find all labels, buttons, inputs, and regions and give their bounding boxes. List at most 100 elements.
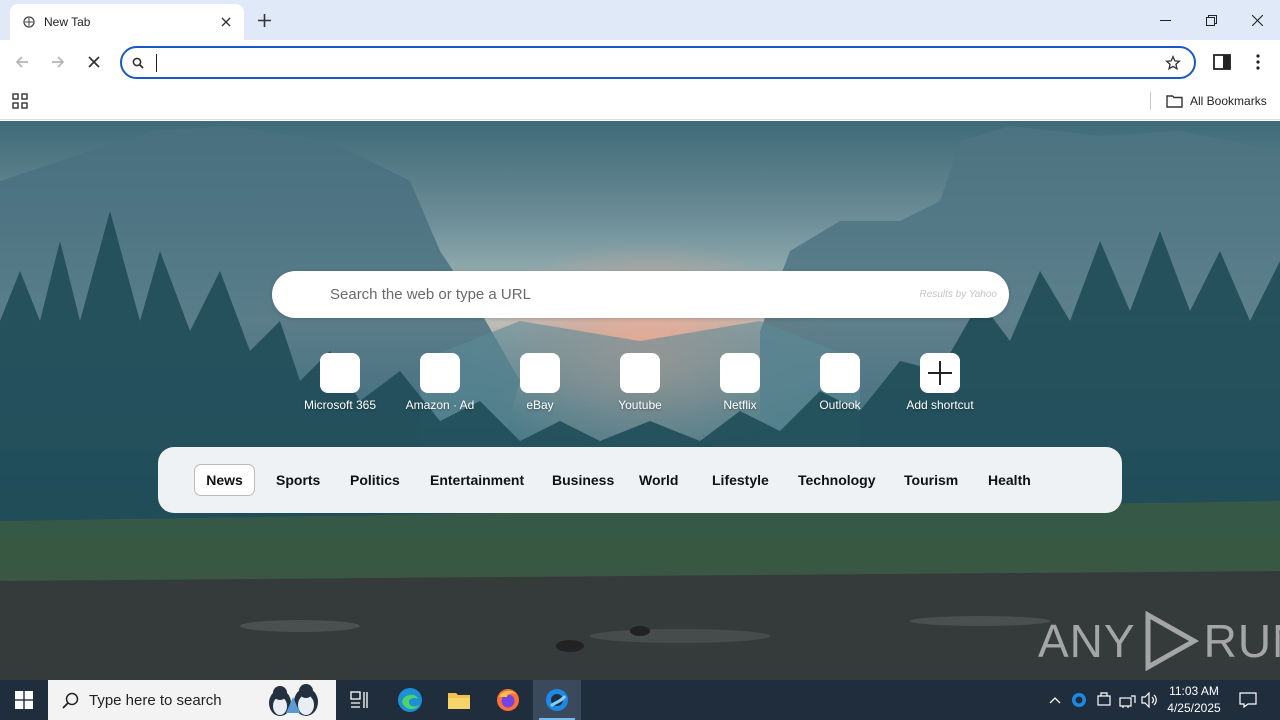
shortcut-tile: [520, 353, 560, 393]
tab-world[interactable]: World: [627, 464, 690, 496]
tab-politics[interactable]: Politics: [338, 464, 412, 496]
search-provider-label: Results by Yahoo: [919, 289, 997, 300]
tab-close-icon[interactable]: [218, 14, 234, 30]
windows-logo-icon: [15, 691, 33, 709]
watermark-left-text: ANY: [1038, 615, 1136, 667]
tray-device-icon[interactable]: [1094, 680, 1114, 720]
shortcut-tile: [320, 353, 360, 393]
shortcut-microsoft-365[interactable]: Microsoft 365: [290, 353, 390, 412]
shortcut-netflix[interactable]: Netflix: [690, 353, 790, 412]
show-hidden-icons-button[interactable]: [1046, 680, 1064, 720]
browser-icon: [546, 689, 568, 711]
chevron-up-icon: [1049, 697, 1061, 704]
address-bar[interactable]: [120, 46, 1196, 79]
apps-grid-icon[interactable]: [12, 93, 28, 109]
shortcut-ebay[interactable]: eBay: [490, 353, 590, 412]
network-icon[interactable]: [1117, 680, 1137, 720]
task-view-button[interactable]: [336, 680, 384, 720]
shortcut-tile: [620, 353, 660, 393]
search-icon: [62, 692, 79, 709]
shortcut-label: Add shortcut: [906, 398, 974, 412]
firefox-icon: [497, 689, 519, 711]
minimize-button[interactable]: [1142, 0, 1188, 40]
folder-icon: [448, 693, 470, 709]
shortcut-label: Microsoft 365: [303, 398, 377, 412]
tray-browser-icon[interactable]: [1069, 680, 1089, 720]
tab-health[interactable]: Health: [976, 464, 1043, 496]
text-caret: [156, 53, 157, 72]
new-tab-page: Search the web or type a URL Results by …: [0, 121, 1280, 680]
tab-sports[interactable]: Sports: [264, 464, 332, 496]
restore-button[interactable]: [1188, 0, 1234, 40]
stop-loading-button[interactable]: [80, 48, 108, 76]
windows-taskbar: Type here to search 11:03 AM 4/25/2025: [0, 680, 1280, 720]
tab-technology[interactable]: Technology: [786, 464, 888, 496]
shortcut-tile: [720, 353, 760, 393]
tab-lifestyle[interactable]: Lifestyle: [700, 464, 781, 496]
tab-tourism[interactable]: Tourism: [892, 464, 970, 496]
menu-button[interactable]: [1244, 48, 1272, 76]
news-tab-label: Business: [552, 472, 615, 488]
news-tab-label: News: [206, 472, 243, 488]
news-tab-label: Entertainment: [430, 472, 525, 488]
clock-time: 11:03 AM: [1169, 684, 1219, 698]
taskbar-clock[interactable]: 11:03 AM 4/25/2025: [1160, 683, 1228, 717]
tab-new-tab[interactable]: New Tab: [10, 4, 244, 40]
start-button[interactable]: [0, 680, 48, 720]
tab-title: New Tab: [44, 15, 91, 29]
news-tab-label: World: [639, 472, 679, 488]
news-tab-label: Tourism: [904, 472, 959, 488]
news-tab-label: Sports: [276, 472, 321, 488]
bookmarks-bar: All Bookmarks: [0, 86, 1280, 120]
bookmark-star-icon[interactable]: [1164, 54, 1182, 72]
tab-business[interactable]: Business: [540, 464, 626, 496]
close-window-button[interactable]: [1234, 0, 1280, 40]
shortcut-amazon[interactable]: Amazon · Ad: [390, 353, 490, 412]
taskbar-edge[interactable]: [386, 680, 434, 720]
plus-icon: [928, 361, 952, 385]
arrow-left-icon: [15, 56, 28, 68]
search-placeholder: Search the web or type a URL: [330, 286, 531, 303]
notifications-button[interactable]: [1234, 680, 1262, 720]
taskbar-firefox[interactable]: [484, 680, 532, 720]
side-panel-button[interactable]: [1208, 48, 1236, 76]
all-bookmarks-button[interactable]: All Bookmarks: [1166, 91, 1267, 111]
news-tab-label: Health: [988, 472, 1031, 488]
news-tab-label: Technology: [798, 472, 876, 488]
play-logo-icon: [1145, 611, 1199, 671]
task-view-icon: [350, 691, 368, 708]
volume-icon[interactable]: [1140, 680, 1160, 720]
browser-toolbar: [0, 40, 1280, 86]
taskbar-browser-active[interactable]: [533, 680, 581, 720]
watermark-right-text: RUN: [1203, 615, 1280, 667]
news-tab-label: Lifestyle: [712, 472, 769, 488]
news-tab-label: Politics: [350, 472, 400, 488]
close-icon: [88, 56, 100, 68]
forward-button[interactable]: [44, 48, 72, 76]
more-vertical-icon: [1256, 54, 1260, 70]
taskbar-search-box[interactable]: Type here to search: [48, 680, 336, 720]
shortcut-youtube[interactable]: Youtube: [590, 353, 690, 412]
tab-strip: New Tab: [0, 0, 1280, 40]
shortcut-tile: [820, 353, 860, 393]
taskbar-file-explorer[interactable]: [435, 680, 483, 720]
folder-icon: [1166, 95, 1183, 108]
shortcut-tile: [420, 353, 460, 393]
tab-entertainment[interactable]: Entertainment: [418, 464, 536, 496]
tab-news[interactable]: News: [194, 464, 255, 496]
clock-date: 4/25/2025: [1167, 701, 1221, 715]
arrow-right-icon: [52, 56, 65, 68]
all-bookmarks-label: All Bookmarks: [1190, 94, 1267, 108]
shortcut-outlook[interactable]: Outlook: [790, 353, 890, 412]
shortcut-label: eBay: [526, 398, 554, 412]
shortcut-label: Netflix: [723, 398, 757, 412]
shortcuts-row: Microsoft 365 Amazon · Ad eBay Youtube N…: [0, 353, 1280, 413]
bookmarks-divider: [1150, 92, 1151, 110]
web-search-box[interactable]: Search the web or type a URL Results by …: [272, 271, 1009, 318]
shortcut-label: Amazon · Ad: [405, 398, 475, 412]
new-tab-button[interactable]: [254, 10, 274, 30]
back-button[interactable]: [8, 48, 36, 76]
add-shortcut-button[interactable]: Add shortcut: [890, 353, 990, 412]
search-highlight-penguins-icon: [269, 684, 318, 716]
anyrun-watermark: ANY RUN: [1038, 609, 1280, 673]
